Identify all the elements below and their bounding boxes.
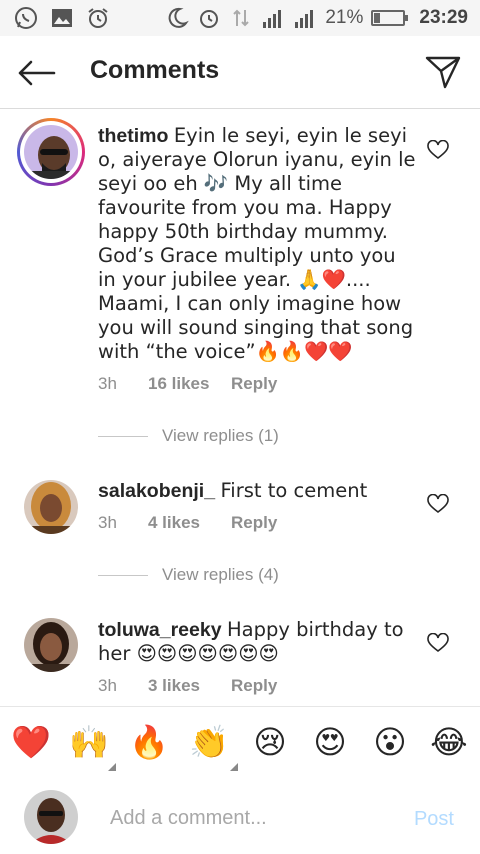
raised-hands-emoji-button[interactable]: 🙌	[68, 721, 110, 763]
heart-eyes-emoji-button[interactable]: 😍	[309, 721, 351, 763]
page-title: Comments	[90, 56, 220, 84]
comment-body: toluwa_reeky Happy birthday to her 😍😍😍😍😍…	[98, 618, 418, 666]
clock: 23:29	[419, 7, 468, 28]
gallery-icon	[52, 9, 72, 27]
view-replies-label: View replies (1)	[162, 426, 279, 445]
clapping-emoji-button[interactable]: 👏	[188, 721, 230, 763]
fire-emoji-button[interactable]: 🔥	[128, 721, 170, 763]
quick-reaction-bar: ❤️ 🙌 🔥 👏 😢 😍 😮 😂	[0, 706, 480, 780]
comment-text: First to cement	[220, 479, 368, 502]
comment-time: 3h	[98, 374, 117, 393]
heart-outline-icon[interactable]	[427, 494, 449, 514]
heart-outline-icon[interactable]	[427, 140, 449, 160]
reply-button[interactable]: Reply	[231, 513, 277, 533]
reply-button[interactable]: Reply	[231, 676, 277, 696]
avatar[interactable]	[24, 618, 78, 672]
username[interactable]: salakobenji_	[98, 480, 215, 502]
comment-body: salakobenji_ First to cement	[98, 479, 418, 503]
comment-composer: Post	[0, 778, 480, 854]
alarm-icon	[88, 8, 108, 28]
username[interactable]: toluwa_reeky	[98, 619, 222, 641]
crying-emoji-button[interactable]: 😢	[249, 721, 291, 763]
post-button[interactable]: Post	[414, 808, 454, 831]
battery-level	[374, 13, 381, 23]
alarm-icon	[200, 10, 219, 28]
avatar[interactable]	[24, 480, 78, 534]
top-bar: Comments	[0, 36, 480, 109]
comment-meta: 3h 16 likes Reply	[98, 374, 277, 394]
moon-icon	[169, 7, 190, 28]
back-arrow-icon[interactable]	[16, 58, 56, 88]
my-avatar	[24, 790, 78, 844]
signal-icon	[263, 10, 282, 28]
username[interactable]: thetimo	[98, 125, 168, 147]
divider-line	[98, 574, 148, 576]
likes-count[interactable]: 16 likes	[148, 374, 231, 394]
heart-emoji-button[interactable]: ❤️	[10, 721, 52, 763]
comment-meta: 3h 4 likes Reply	[98, 513, 277, 533]
comment-body: thetimo Eyin le seyi, eyin le seyi o, ai…	[98, 124, 418, 364]
data-icon	[233, 9, 250, 27]
heart-outline-icon[interactable]	[427, 633, 449, 653]
view-replies-button[interactable]: View replies (4)	[98, 565, 279, 585]
divider-line	[98, 435, 148, 437]
view-replies-label: View replies (4)	[162, 565, 279, 584]
reply-button[interactable]: Reply	[231, 374, 277, 394]
avatar[interactable]	[24, 125, 78, 179]
variant-indicator	[230, 763, 238, 771]
surprised-emoji-button[interactable]: 😮	[369, 721, 411, 763]
comment-time: 3h	[98, 676, 117, 695]
likes-count[interactable]: 4 likes	[148, 513, 231, 533]
comment-time: 3h	[98, 513, 117, 532]
add-comment-input[interactable]	[108, 802, 402, 834]
signal-icon	[295, 10, 314, 28]
battery-icon	[371, 10, 409, 26]
comment-meta: 3h 3 likes Reply	[98, 676, 277, 696]
variant-indicator	[108, 763, 116, 771]
send-icon[interactable]	[424, 54, 462, 90]
comment-text: Eyin le seyi, eyin le seyi o, aiyeraye O…	[98, 124, 416, 363]
status-bar: 21% 23:29	[0, 0, 480, 36]
laughing-emoji-button[interactable]: 😂	[428, 721, 470, 763]
likes-count[interactable]: 3 likes	[148, 676, 231, 696]
view-replies-button[interactable]: View replies (1)	[98, 426, 279, 446]
whatsapp-icon	[15, 7, 37, 29]
battery-percent: 21%	[325, 7, 364, 28]
